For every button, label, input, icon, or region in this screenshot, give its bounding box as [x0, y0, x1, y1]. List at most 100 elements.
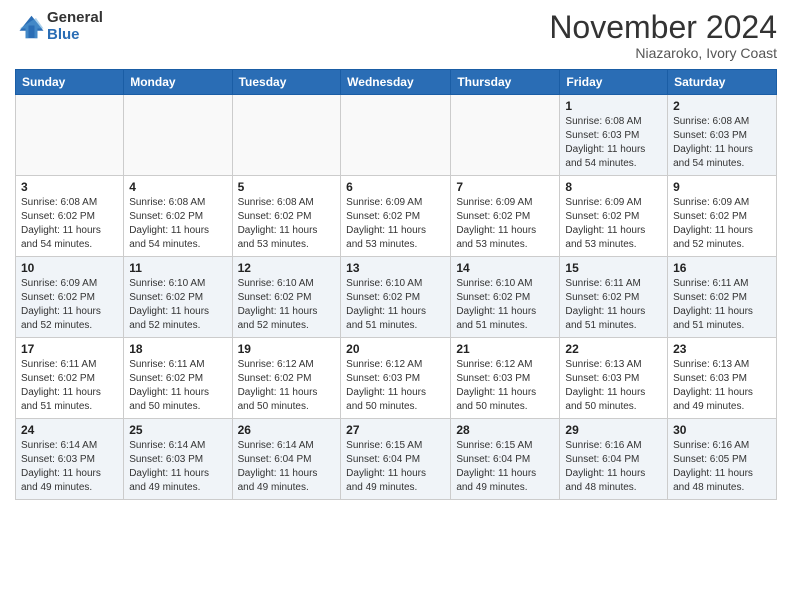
- day-number: 23: [673, 342, 771, 356]
- day-number: 20: [346, 342, 445, 356]
- calendar-day: 26 Sunrise: 6:14 AM Sunset: 6:04 PM Dayli…: [232, 419, 341, 500]
- calendar-day: 19Sunrise: 6:12 AM Sunset: 6:02 PM Dayli…: [232, 338, 341, 419]
- day-number: 15: [565, 261, 662, 275]
- calendar-day: [232, 95, 341, 176]
- calendar-body: 1Sunrise: 6:08 AM Sunset: 6:03 PM Daylig…: [16, 95, 777, 500]
- calendar-week-1: 1Sunrise: 6:08 AM Sunset: 6:03 PM Daylig…: [16, 95, 777, 176]
- day-info: Sunrise: 6:12 AM Sunset: 6:03 PM Dayligh…: [456, 358, 554, 414]
- day-info: Sunrise: 6:10 AM Sunset: 6:02 PM Dayligh…: [129, 277, 226, 333]
- calendar-day: 6 Sunrise: 6:09 AM Sunset: 6:02 PM Daylig…: [341, 176, 451, 257]
- day-info: Sunrise: 6:15 AM Sunset: 6:04 PM Dayligh…: [456, 439, 554, 495]
- calendar-day: 16 Sunrise: 6:11 AM Sunset: 6:02 PM Dayli…: [668, 257, 777, 338]
- logo: General Blue: [15, 10, 103, 43]
- day-info: Sunrise: 6:12 AM Sunset: 6:03 PM Dayligh…: [346, 358, 445, 414]
- day-info: Sunrise: 6:10 AM Sunset: 6:02 PM Dayligh…: [456, 277, 554, 333]
- weekday-header-thursday: Thursday: [451, 70, 560, 95]
- day-info: Sunrise: 6:15 AM Sunset: 6:04 PM Dayligh…: [346, 439, 445, 495]
- calendar-day: 10 Sunrise: 6:09 AM Sunset: 6:02 PM Dayli…: [16, 257, 124, 338]
- calendar-day: 17Sunrise: 6:11 AM Sunset: 6:02 PM Dayli…: [16, 338, 124, 419]
- calendar-day: 20 Sunrise: 6:12 AM Sunset: 6:03 PM Dayli…: [341, 338, 451, 419]
- day-info: Sunrise: 6:16 AM Sunset: 6:05 PM Dayligh…: [673, 439, 771, 495]
- day-number: 11: [129, 261, 226, 275]
- day-info: Sunrise: 6:14 AM Sunset: 6:03 PM Dayligh…: [21, 439, 118, 495]
- day-info: Sunrise: 6:09 AM Sunset: 6:02 PM Dayligh…: [456, 196, 554, 252]
- main-title: November 2024: [549, 10, 777, 45]
- logo-text: General Blue: [47, 10, 103, 43]
- day-info: Sunrise: 6:13 AM Sunset: 6:03 PM Dayligh…: [673, 358, 771, 414]
- calendar-day: [451, 95, 560, 176]
- day-info: Sunrise: 6:08 AM Sunset: 6:02 PM Dayligh…: [129, 196, 226, 252]
- calendar-day: 29Sunrise: 6:16 AM Sunset: 6:04 PM Dayli…: [560, 419, 668, 500]
- day-number: 18: [129, 342, 226, 356]
- day-info: Sunrise: 6:14 AM Sunset: 6:04 PM Dayligh…: [238, 439, 336, 495]
- day-info: Sunrise: 6:10 AM Sunset: 6:02 PM Dayligh…: [346, 277, 445, 333]
- page: General Blue November 2024 Niazaroko, Iv…: [0, 0, 792, 612]
- calendar-day: [341, 95, 451, 176]
- calendar-day: 9Sunrise: 6:09 AM Sunset: 6:02 PM Daylig…: [668, 176, 777, 257]
- calendar-day: 30 Sunrise: 6:16 AM Sunset: 6:05 PM Dayli…: [668, 419, 777, 500]
- day-info: Sunrise: 6:08 AM Sunset: 6:03 PM Dayligh…: [673, 115, 771, 171]
- calendar-day: 23 Sunrise: 6:13 AM Sunset: 6:03 PM Dayli…: [668, 338, 777, 419]
- calendar-header: SundayMondayTuesdayWednesdayThursdayFrid…: [16, 70, 777, 95]
- day-number: 13: [346, 261, 445, 275]
- day-info: Sunrise: 6:11 AM Sunset: 6:02 PM Dayligh…: [21, 358, 118, 414]
- calendar-day: 3 Sunrise: 6:08 AM Sunset: 6:02 PM Daylig…: [16, 176, 124, 257]
- day-number: 29: [565, 423, 662, 437]
- day-number: 8: [565, 180, 662, 194]
- calendar-day: 27 Sunrise: 6:15 AM Sunset: 6:04 PM Dayli…: [341, 419, 451, 500]
- calendar-day: 15 Sunrise: 6:11 AM Sunset: 6:02 PM Dayli…: [560, 257, 668, 338]
- day-info: Sunrise: 6:09 AM Sunset: 6:02 PM Dayligh…: [21, 277, 118, 333]
- day-info: Sunrise: 6:09 AM Sunset: 6:02 PM Dayligh…: [346, 196, 445, 252]
- calendar-day: 22Sunrise: 6:13 AM Sunset: 6:03 PM Dayli…: [560, 338, 668, 419]
- day-number: 12: [238, 261, 336, 275]
- day-info: Sunrise: 6:13 AM Sunset: 6:03 PM Dayligh…: [565, 358, 662, 414]
- calendar-day: 28 Sunrise: 6:15 AM Sunset: 6:04 PM Dayli…: [451, 419, 560, 500]
- day-info: Sunrise: 6:08 AM Sunset: 6:02 PM Dayligh…: [21, 196, 118, 252]
- day-number: 28: [456, 423, 554, 437]
- calendar-day: 7 Sunrise: 6:09 AM Sunset: 6:02 PM Daylig…: [451, 176, 560, 257]
- calendar-day: 25Sunrise: 6:14 AM Sunset: 6:03 PM Dayli…: [124, 419, 232, 500]
- day-number: 2: [673, 99, 771, 113]
- weekday-header-tuesday: Tuesday: [232, 70, 341, 95]
- calendar-week-2: 3 Sunrise: 6:08 AM Sunset: 6:02 PM Daylig…: [16, 176, 777, 257]
- calendar-day: 21Sunrise: 6:12 AM Sunset: 6:03 PM Dayli…: [451, 338, 560, 419]
- day-number: 16: [673, 261, 771, 275]
- calendar-day: 18 Sunrise: 6:11 AM Sunset: 6:02 PM Dayli…: [124, 338, 232, 419]
- calendar: SundayMondayTuesdayWednesdayThursdayFrid…: [15, 69, 777, 500]
- day-number: 10: [21, 261, 118, 275]
- calendar-day: [16, 95, 124, 176]
- day-info: Sunrise: 6:14 AM Sunset: 6:03 PM Dayligh…: [129, 439, 226, 495]
- day-info: Sunrise: 6:08 AM Sunset: 6:02 PM Dayligh…: [238, 196, 336, 252]
- calendar-day: 8 Sunrise: 6:09 AM Sunset: 6:02 PM Daylig…: [560, 176, 668, 257]
- weekday-header-saturday: Saturday: [668, 70, 777, 95]
- day-number: 30: [673, 423, 771, 437]
- weekday-header-monday: Monday: [124, 70, 232, 95]
- logo-icon: [15, 12, 45, 42]
- day-info: Sunrise: 6:09 AM Sunset: 6:02 PM Dayligh…: [673, 196, 771, 252]
- day-info: Sunrise: 6:11 AM Sunset: 6:02 PM Dayligh…: [673, 277, 771, 333]
- weekday-header-row: SundayMondayTuesdayWednesdayThursdayFrid…: [16, 70, 777, 95]
- weekday-header-friday: Friday: [560, 70, 668, 95]
- day-number: 6: [346, 180, 445, 194]
- day-info: Sunrise: 6:12 AM Sunset: 6:02 PM Dayligh…: [238, 358, 336, 414]
- day-number: 7: [456, 180, 554, 194]
- subtitle: Niazaroko, Ivory Coast: [549, 45, 777, 61]
- calendar-day: 1Sunrise: 6:08 AM Sunset: 6:03 PM Daylig…: [560, 95, 668, 176]
- day-number: 5: [238, 180, 336, 194]
- day-number: 27: [346, 423, 445, 437]
- day-info: Sunrise: 6:11 AM Sunset: 6:02 PM Dayligh…: [129, 358, 226, 414]
- day-number: 3: [21, 180, 118, 194]
- weekday-header-sunday: Sunday: [16, 70, 124, 95]
- day-number: 4: [129, 180, 226, 194]
- calendar-day: 11 Sunrise: 6:10 AM Sunset: 6:02 PM Dayli…: [124, 257, 232, 338]
- weekday-header-wednesday: Wednesday: [341, 70, 451, 95]
- calendar-day: 24Sunrise: 6:14 AM Sunset: 6:03 PM Dayli…: [16, 419, 124, 500]
- day-info: Sunrise: 6:11 AM Sunset: 6:02 PM Dayligh…: [565, 277, 662, 333]
- calendar-day: 13 Sunrise: 6:10 AM Sunset: 6:02 PM Dayli…: [341, 257, 451, 338]
- calendar-day: [124, 95, 232, 176]
- day-info: Sunrise: 6:10 AM Sunset: 6:02 PM Dayligh…: [238, 277, 336, 333]
- day-info: Sunrise: 6:08 AM Sunset: 6:03 PM Dayligh…: [565, 115, 662, 171]
- day-number: 26: [238, 423, 336, 437]
- calendar-day: 14Sunrise: 6:10 AM Sunset: 6:02 PM Dayli…: [451, 257, 560, 338]
- day-info: Sunrise: 6:09 AM Sunset: 6:02 PM Dayligh…: [565, 196, 662, 252]
